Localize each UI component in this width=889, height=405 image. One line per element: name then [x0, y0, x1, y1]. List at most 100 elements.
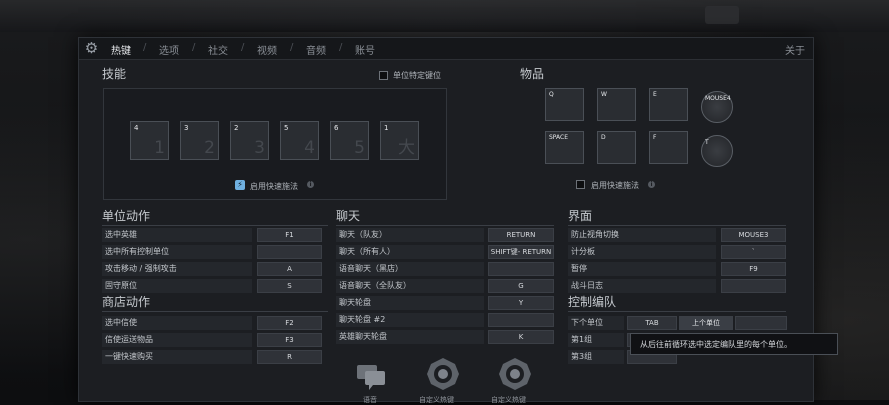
hotkey-label: 攻击移动 / 强制攻击 — [105, 264, 177, 273]
hotkey-binding[interactable]: S — [257, 279, 322, 293]
hotkey-label: 固守原位 — [105, 281, 137, 290]
hotkey-label: 战斗日志 — [571, 281, 603, 290]
hotkey-binding[interactable] — [488, 262, 554, 276]
hotkey-row: 聊天（所有人） — [336, 245, 484, 259]
tab-social[interactable]: 社交 — [208, 42, 228, 57]
hotkey-label: 选中英雄 — [105, 230, 137, 239]
hotkey-row: 选中信使 — [102, 316, 252, 330]
item-slot[interactable]: Q — [545, 88, 584, 121]
hotkey-row: 第3组 — [568, 350, 624, 364]
hotkey-binding[interactable] — [721, 279, 786, 293]
ability-slot-number: 2 — [204, 138, 215, 158]
item-quick-cast-label: 启用快速施法 — [591, 181, 639, 190]
about-link[interactable]: 关于 — [785, 42, 805, 57]
ability-slot[interactable]: 54 — [280, 121, 319, 160]
tab-audio[interactable]: 音频 — [306, 42, 326, 57]
game-top-bar — [0, 0, 889, 32]
hotkey-binding[interactable]: F2 — [257, 316, 322, 330]
ability-slot-number: 1 — [154, 138, 165, 158]
hotkey-row: 选中英雄 — [102, 228, 252, 242]
item-slot[interactable]: W — [597, 88, 636, 121]
hotkey-row: 攻击移动 / 强制攻击 — [102, 262, 252, 276]
ability-slot-number: 5 — [354, 138, 365, 158]
tab-separator: / — [192, 42, 196, 53]
abilities-title: 技能 — [102, 67, 127, 81]
ability-slot[interactable]: 32 — [180, 121, 219, 160]
ability-slot-ultimate[interactable]: 1大 — [380, 121, 419, 160]
item-t-slot[interactable]: T — [701, 135, 733, 167]
abilities-box: 41 32 23 54 65 1大 ⚡ 启用快速施法 i — [103, 88, 447, 200]
item-slot[interactable]: SPACE — [545, 131, 584, 164]
hotkey-label: 信使运送物品 — [105, 335, 153, 344]
tab-account[interactable]: 账号 — [355, 42, 375, 57]
item-slot-key: F — [653, 134, 657, 141]
tab-options[interactable]: 选项 — [159, 42, 179, 57]
voice-chat-icon[interactable] — [353, 359, 389, 395]
tab-separator: / — [339, 42, 343, 53]
tab-separator: / — [290, 42, 294, 53]
item-slot[interactable]: F — [649, 131, 688, 164]
chat-title: 聊天 — [336, 207, 554, 226]
hotkey-binding[interactable] — [257, 245, 322, 259]
hotkey-binding[interactable]: SHIFT键- RETURN — [488, 245, 554, 259]
hotkey-binding[interactable]: K — [488, 330, 554, 344]
item-slot-key: D — [601, 134, 606, 141]
ability-slot-key: 2 — [234, 124, 239, 132]
hotkey-binding[interactable]: TAB — [627, 316, 677, 330]
hotkey-binding-extra[interactable] — [735, 316, 787, 330]
hotkey-row: 语音聊天（黑店） — [336, 262, 484, 276]
item-slot[interactable]: D — [597, 131, 636, 164]
item-slot[interactable]: E — [649, 88, 688, 121]
hotkey-binding[interactable] — [488, 313, 554, 327]
interface-title: 界面 — [568, 207, 786, 226]
tab-video[interactable]: 视频 — [257, 42, 277, 57]
hotkey-binding[interactable]: RETURN — [488, 228, 554, 242]
hotkey-binding[interactable]: F3 — [257, 333, 322, 347]
ability-slot[interactable]: 23 — [230, 121, 269, 160]
hotkey-row: 语音聊天（全队友） — [336, 279, 484, 293]
unit-actions-title: 单位动作 — [102, 207, 328, 226]
ability-slot[interactable]: 65 — [330, 121, 369, 160]
hotkey-binding-secondary[interactable]: 上个单位 — [679, 316, 733, 330]
tab-bar: ⚙ 热键 / 选项 / 社交 / 视频 / 音频 / 账号 关于 — [79, 38, 813, 60]
gear-icon[interactable]: ⚙ — [83, 40, 100, 57]
shop-actions-title: 商店动作 — [102, 293, 328, 312]
item-slot-key: Q — [549, 91, 554, 98]
item-quick-cast-checkbox[interactable] — [576, 180, 585, 189]
hotkey-row: 信使运送物品 — [102, 333, 252, 347]
info-icon[interactable]: i — [648, 181, 655, 188]
hotkey-label: 选中信使 — [105, 318, 137, 327]
ability-slot-key: 3 — [184, 124, 189, 132]
items-title: 物品 — [520, 67, 545, 81]
hotkey-row: 第1组 — [568, 333, 624, 347]
item-slot-key: E — [653, 91, 657, 98]
hotkey-binding[interactable]: G — [488, 279, 554, 293]
hotkey-label: 一键快速购买 — [105, 352, 153, 361]
hotkey-binding[interactable]: MOUSE3 — [721, 228, 786, 242]
ability-slot[interactable]: 41 — [130, 121, 169, 160]
bottom-caption: 语音 — [363, 396, 377, 404]
hotkey-binding[interactable]: F9 — [721, 262, 786, 276]
hotkey-binding[interactable]: ` — [721, 245, 786, 259]
ability-slot-key: 6 — [334, 124, 339, 132]
tab-hotkeys[interactable]: 热键 — [111, 42, 131, 57]
hotkey-binding[interactable]: F1 — [257, 228, 322, 242]
info-icon[interactable]: i — [307, 181, 314, 188]
hotkey-row: 英雄聊天轮盘 — [336, 330, 484, 344]
hotkey-row: 固守原位 — [102, 279, 252, 293]
ability-slot-key: 5 — [284, 124, 289, 132]
hotkey-label: 英雄聊天轮盘 — [339, 332, 387, 341]
ability-slot-number: 4 — [304, 138, 315, 158]
hotkey-label: 聊天（队友） — [339, 230, 387, 239]
unit-specific-checkbox[interactable] — [379, 71, 388, 80]
item-mouse-slot[interactable]: MOUSE4 — [701, 91, 733, 123]
custom-hotkey-gear-icon[interactable] — [425, 356, 461, 392]
hotkey-binding[interactable]: A — [257, 262, 322, 276]
hotkey-binding[interactable]: Y — [488, 296, 554, 310]
hotkey-label: 第1组 — [571, 335, 593, 344]
custom-hotkey-gear-icon[interactable] — [497, 356, 533, 392]
hotkey-row: 下个单位 — [568, 316, 624, 330]
hotkey-label: 聊天轮盘 — [339, 298, 371, 307]
hotkey-binding[interactable]: R — [257, 350, 322, 364]
quick-cast-icon[interactable]: ⚡ — [235, 180, 245, 190]
